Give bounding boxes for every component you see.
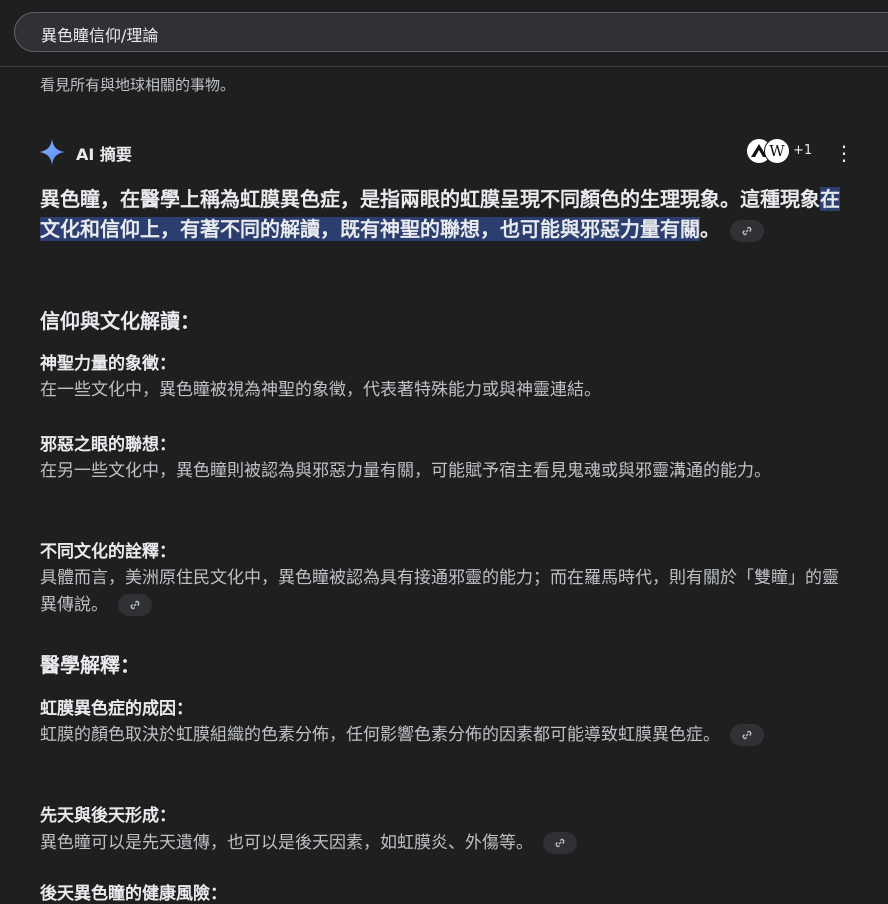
search-header: 異色瞳信仰/理論 [0, 0, 888, 67]
header-divider [0, 66, 888, 67]
link-icon [130, 600, 140, 610]
item-text: 異色瞳可以是先天遺傳，也可以是後天因素，如虹膜炎、外傷等。 [40, 830, 840, 857]
section-heading-culture: 信仰與文化解讀： [40, 309, 200, 333]
item-title: 後天異色瞳的健康風險： [40, 884, 227, 904]
ai-overview-lead: 異色瞳，在醫學上稱為虹膜異色症，是指兩眼的虹膜呈現不同顏色的生理現象。這種現象在… [40, 184, 840, 244]
item-text-content: 虹膜的顏色取決於虹膜組織的色素分佈，任何影響色素分佈的因素都可能導致虹膜異色症。 [40, 725, 720, 745]
source-icons[interactable]: W +1 [746, 138, 826, 166]
citation-link-button[interactable] [730, 724, 764, 746]
ai-overview-header: AI 摘要 W +1 ⋮ [38, 138, 858, 166]
item-title: 先天與後天形成： [40, 806, 176, 826]
result-snippet: 看見所有與地球相關的事物。 [40, 76, 236, 94]
lead-end: 。 [700, 217, 720, 241]
citation-link-button[interactable] [543, 832, 577, 854]
section-heading-medical: 醫學解釋： [40, 653, 140, 677]
item-title: 邪惡之眼的聯想： [40, 435, 176, 455]
item-text-content: 具體而言，美洲原住民文化中，異色瞳被認為具有接通邪靈的能力；而在羅馬時代，則有關… [40, 568, 839, 615]
search-query-text[interactable]: 異色瞳信仰/理論 [41, 22, 158, 46]
item-text-content: 異色瞳可以是先天遺傳，也可以是後天因素，如虹膜炎、外傷等。 [40, 833, 533, 853]
item-title: 神聖力量的象徵： [40, 354, 176, 374]
item-text: 具體而言，美洲原住民文化中，異色瞳被認為具有接通邪靈的能力；而在羅馬時代，則有關… [40, 565, 840, 619]
lead-text: 異色瞳，在醫學上稱為虹膜異色症，是指兩眼的虹膜呈現不同顏色的生理現象。這種現象 [40, 187, 820, 211]
citation-link-button[interactable] [118, 594, 152, 616]
item-text: 在另一些文化中，異色瞳則被認為與邪惡力量有關，可能賦予宿主看見鬼魂或與邪靈溝通的… [40, 461, 771, 481]
link-icon [555, 838, 565, 848]
search-input[interactable]: 異色瞳信仰/理論 [14, 12, 888, 52]
item-title: 虹膜異色症的成因： [40, 699, 193, 719]
sparkle-icon [39, 139, 65, 165]
item-text: 虹膜的顏色取決於虹膜組織的色素分佈，任何影響色素分佈的因素都可能導致虹膜異色症。 [40, 722, 840, 749]
link-icon [742, 730, 752, 740]
item-title: 不同文化的詮釋： [40, 542, 176, 562]
ai-overview-label: AI 摘要 [76, 145, 132, 164]
citation-link-button[interactable] [730, 219, 764, 242]
item-text: 在一些文化中，異色瞳被視為神聖的象徵，代表著特殊能力或與神靈連結。 [40, 380, 601, 400]
link-icon [742, 226, 752, 235]
sources-more-count[interactable]: +1 [793, 143, 812, 158]
wikipedia-icon[interactable]: W [764, 138, 790, 164]
more-options-icon[interactable]: ⋮ [834, 140, 854, 166]
